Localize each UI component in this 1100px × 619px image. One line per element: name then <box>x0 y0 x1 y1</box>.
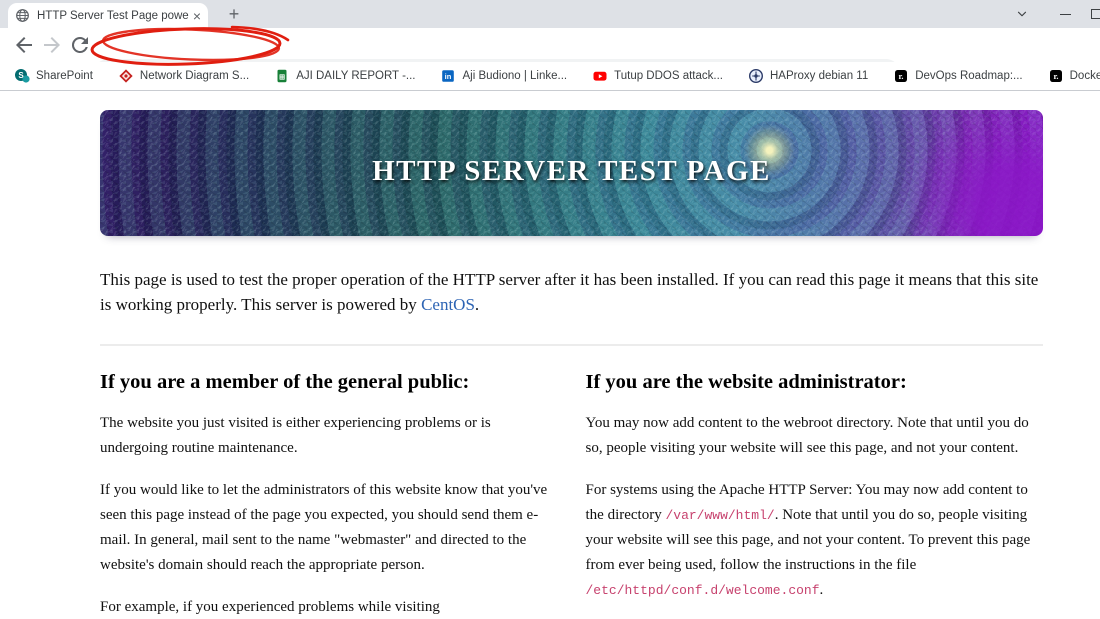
browser-tab[interactable]: HTTP Server Test Page powered × <box>8 3 208 28</box>
window-minimize-button[interactable] <box>1050 0 1080 28</box>
new-tab-button[interactable]: + <box>222 3 246 27</box>
google-sheets-icon <box>277 69 287 83</box>
public-paragraph-2: If you would like to let the administrat… <box>100 482 548 573</box>
bookmark-label: SharePoint <box>36 70 93 82</box>
banner-title: HTTP SERVER TEST PAGE <box>372 155 771 188</box>
browser-toolbar: Not secure 192.168.77.83 G <box>0 28 1100 87</box>
welcome-conf-path-code: /etc/httpd/conf.d/welcome.conf <box>585 583 820 598</box>
window-maximize-button[interactable] <box>1086 0 1100 28</box>
bookmark-label: Aji Budiono | Linke... <box>462 70 568 82</box>
reload-icon[interactable] <box>68 33 92 57</box>
tab-title: HTTP Server Test Page powered <box>37 9 189 22</box>
intro-text-after: . <box>474 295 480 314</box>
web-page-content: HTTP SERVER TEST PAGE This page is used … <box>0 92 1100 619</box>
svg-text:r.: r. <box>899 71 904 81</box>
admin-p2-text-c: . <box>819 582 824 598</box>
globe-favicon-icon <box>16 9 29 22</box>
intro-text-before: This page is used to test the proper ope… <box>100 270 1039 314</box>
bookmark-label: Network Diagram S... <box>139 70 250 82</box>
bookmark-label: Docker Roadmap -... <box>1069 70 1100 82</box>
youtube-icon <box>593 71 607 81</box>
bookmark-label: AJI DAILY REPORT -... <box>296 70 416 82</box>
forward-icon[interactable] <box>40 33 64 57</box>
test-page-banner: HTTP SERVER TEST PAGE <box>100 110 1043 236</box>
sharepoint-icon: S <box>15 69 30 83</box>
bookmark-youtube[interactable]: Tutup DDOS attack... <box>592 68 723 84</box>
webroot-path-code: /var/www/html/ <box>665 508 775 523</box>
bookmark-linkedin[interactable]: in Aji Budiono | Linke... <box>440 68 567 84</box>
intro-paragraph: This page is used to test the proper ope… <box>100 267 1043 317</box>
svg-text:in: in <box>445 72 452 81</box>
svg-text:S: S <box>18 71 24 80</box>
public-paragraph-1: The website you just visited is either e… <box>100 415 491 456</box>
centos-link[interactable]: CentOS <box>421 295 475 314</box>
bookmark-label: HAProxy debian 11 <box>770 70 869 82</box>
roadmap-icon: r. <box>895 70 908 82</box>
two-column-section: If you are a member of the general publi… <box>100 346 1043 619</box>
bookmark-docker-roadmap[interactable]: r. Docker Roadmap -... <box>1048 68 1100 84</box>
roadmap-icon: r. <box>1049 70 1062 82</box>
admin-heading: If you are the website administrator: <box>585 371 907 393</box>
bookmark-aji-daily-report[interactable]: AJI DAILY REPORT -... <box>274 68 415 84</box>
bookmark-sharepoint[interactable]: S SharePoint <box>14 68 93 84</box>
bookmark-network-diagram[interactable]: Network Diagram S... <box>118 68 249 84</box>
diagram-icon <box>119 69 133 83</box>
tab-strip: HTTP Server Test Page powered × + <box>0 0 1100 28</box>
bookmark-label: DevOps Roadmap:... <box>915 70 1023 82</box>
administrator-column: If you are the website administrator: Yo… <box>586 346 1044 619</box>
admin-paragraph-1: You may now add content to the webroot d… <box>585 415 1029 456</box>
back-icon[interactable] <box>12 33 36 57</box>
bookmarks-bar: S SharePoint Network Diagram S... AJI DA… <box>0 62 1100 91</box>
haproxy-debian-icon <box>748 68 764 84</box>
bookmark-haproxy[interactable]: HAProxy debian 11 <box>748 68 868 84</box>
bookmark-label: Tutup DDOS attack... <box>614 70 723 82</box>
linkedin-icon: in <box>442 70 455 82</box>
tab-search-chevron-icon[interactable] <box>1008 0 1036 28</box>
general-public-column: If you are a member of the general publi… <box>100 346 558 619</box>
public-heading: If you are a member of the general publi… <box>100 371 470 393</box>
svg-text:r.: r. <box>1053 71 1058 81</box>
tab-close-icon[interactable]: × <box>193 9 201 23</box>
bookmark-devops-roadmap[interactable]: r. DevOps Roadmap:... <box>893 68 1023 84</box>
admin-paragraph-2: For systems using the Apache HTTP Server… <box>586 478 1044 603</box>
public-paragraph-3: For example, if you experienced problems… <box>100 599 440 615</box>
